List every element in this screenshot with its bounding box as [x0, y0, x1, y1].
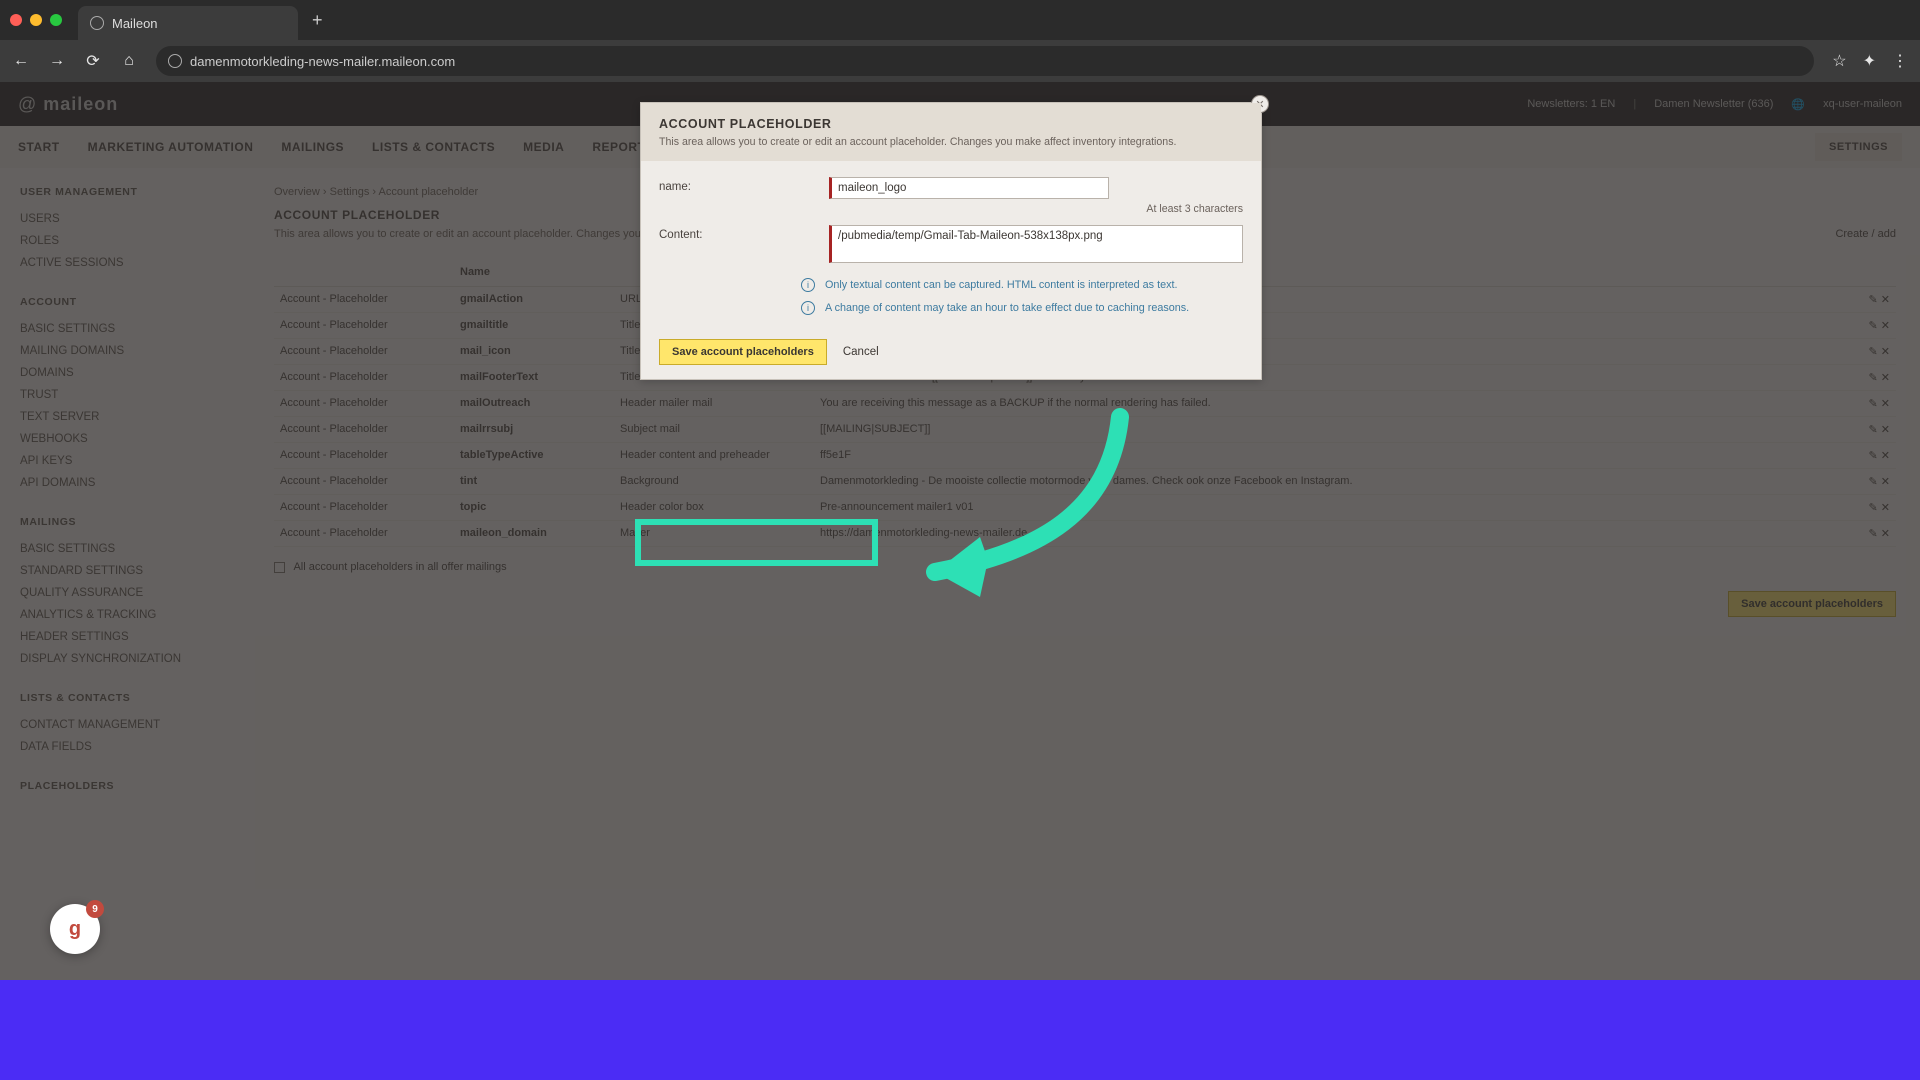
forward-icon[interactable]: → [48, 52, 66, 70]
menu-icon[interactable]: ⋮ [1892, 51, 1908, 71]
info-text-2: A change of content may take an hour to … [825, 301, 1189, 316]
modal-save-button[interactable]: Save account placeholders [659, 339, 827, 365]
window-controls [10, 14, 62, 26]
toolbar-right: ☆ ✦ ⋮ [1832, 51, 1908, 71]
home-icon[interactable]: ⌂ [120, 52, 138, 70]
modal-header: ACCOUNT PLACEHOLDER This area allows you… [641, 103, 1261, 161]
modal-subtitle: This area allows you to create or edit a… [659, 135, 1243, 149]
name-hint: At least 3 characters [829, 203, 1243, 215]
browser-tab[interactable]: Maileon [78, 6, 298, 40]
name-input[interactable] [829, 177, 1109, 199]
extensions-icon[interactable]: ✦ [1863, 51, 1876, 71]
address-bar[interactable]: damenmotorkleding-news-mailer.maileon.co… [156, 46, 1814, 76]
new-tab-button[interactable]: + [312, 10, 323, 31]
app-viewport: @maileon Newsletters: 1 EN | Damen Newsl… [0, 82, 1920, 980]
bookmark-icon[interactable]: ☆ [1832, 51, 1846, 71]
bottom-band [0, 980, 1920, 1080]
tab-title: Maileon [112, 16, 158, 31]
info-icon: i [801, 301, 815, 315]
minimize-window-icon[interactable] [30, 14, 42, 26]
browser-titlebar: Maileon + [0, 0, 1920, 40]
browser-toolbar: ← → ⟳ ⌂ damenmotorkleding-news-mailer.ma… [0, 40, 1920, 82]
modal-footer: Save account placeholders Cancel [641, 329, 1261, 379]
globe-icon [90, 16, 104, 30]
grammarly-badge[interactable]: g 9 [50, 904, 100, 954]
modal-cancel-button[interactable]: Cancel [843, 346, 879, 358]
reload-icon[interactable]: ⟳ [84, 52, 102, 70]
account-placeholder-modal: ✕ ACCOUNT PLACEHOLDER This area allows y… [640, 102, 1262, 380]
name-label: name: [659, 177, 829, 193]
maximize-window-icon[interactable] [50, 14, 62, 26]
info-text-1: Only textual content can be captured. HT… [825, 278, 1178, 293]
url-text: damenmotorkleding-news-mailer.maileon.co… [190, 54, 455, 69]
badge-count: 9 [86, 900, 104, 918]
modal-title: ACCOUNT PLACEHOLDER [659, 117, 1243, 131]
modal-body: name: At least 3 characters Content: i O… [641, 161, 1261, 329]
close-window-icon[interactable] [10, 14, 22, 26]
content-textarea[interactable] [829, 225, 1243, 263]
back-icon[interactable]: ← [12, 52, 30, 70]
content-label: Content: [659, 225, 829, 241]
info-icon: i [801, 278, 815, 292]
site-info-icon[interactable] [168, 54, 182, 68]
badge-letter: g [69, 918, 81, 941]
